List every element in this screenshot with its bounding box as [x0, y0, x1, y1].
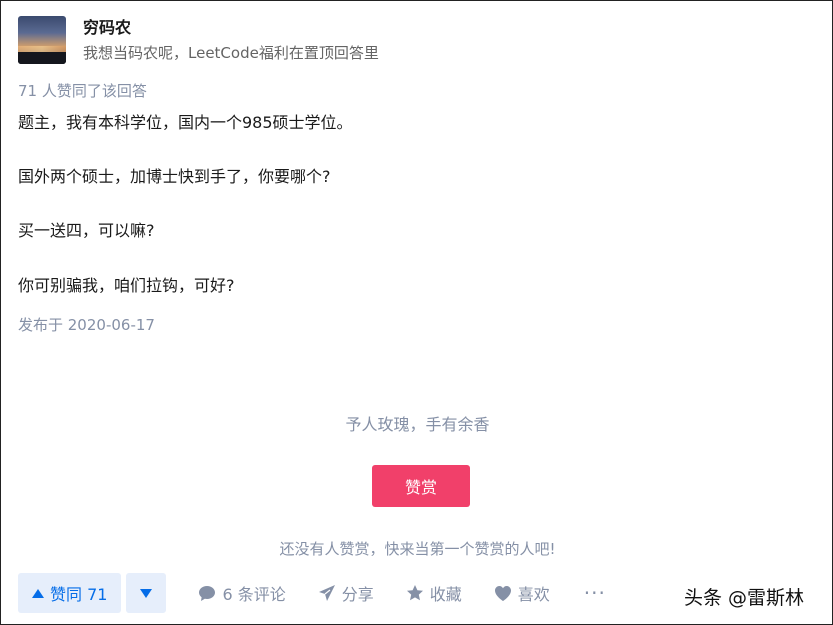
reward-note: 还没有人赞赏，快来当第一个赞赏的人吧!	[279, 540, 556, 558]
triangle-up-icon	[32, 588, 44, 598]
collect-button[interactable]: 收藏	[406, 581, 462, 605]
heart-icon	[494, 585, 512, 602]
star-icon	[406, 584, 424, 602]
reward-button[interactable]: 赞赏	[372, 465, 470, 507]
author-bio: 我想当码农呢，LeetCode福利在置顶回答里	[83, 44, 379, 62]
content-paragraph: 买一送四，可以嘛?	[18, 221, 155, 240]
content-paragraph: 题主，我有本科学位，国内一个985硕士学位。	[18, 113, 353, 132]
content-paragraph: 国外两个硕士，加博士快到手了，你要哪个?	[18, 167, 331, 186]
paper-plane-icon	[318, 584, 336, 602]
comment-label: 6 条评论	[222, 585, 286, 604]
like-label: 喜欢	[517, 585, 550, 604]
action-bar: 赞同 71 6 条评论 分享 收藏 喜欢 ···	[18, 573, 606, 613]
answer-card: 穷码农 我想当码农呢，LeetCode福利在置顶回答里 71 人赞同了该回答 题…	[0, 0, 833, 625]
vote-down-button[interactable]	[126, 573, 167, 613]
watermark: 头条 @雷斯林	[684, 587, 805, 609]
author-info: 穷码农 我想当码农呢，LeetCode福利在置顶回答里	[83, 17, 379, 64]
author-header: 穷码农 我想当码农呢，LeetCode福利在置顶回答里	[18, 16, 379, 64]
avatar[interactable]	[18, 16, 66, 64]
collect-label: 收藏	[429, 585, 462, 604]
publish-time[interactable]: 发布于 2020-06-17	[18, 314, 155, 335]
like-button[interactable]: 喜欢	[494, 581, 550, 605]
triangle-down-icon	[140, 588, 153, 598]
author-name[interactable]: 穷码农	[83, 17, 379, 39]
vote-up-label: 赞同 71	[50, 585, 108, 604]
content-paragraph: 你可别骗我，咱们拉钩，可好?	[18, 276, 235, 295]
share-label: 分享	[341, 585, 374, 604]
share-button[interactable]: 分享	[318, 581, 374, 605]
more-button[interactable]: ···	[584, 581, 606, 605]
comment-button[interactable]: 6 条评论	[198, 581, 286, 605]
comment-icon	[198, 585, 216, 602]
vote-up-button[interactable]: 赞同 71	[18, 573, 122, 613]
vote-summary: 71 人赞同了该回答	[18, 82, 147, 100]
reward-slogan: 予人玫瑰，手有余香	[345, 415, 490, 434]
